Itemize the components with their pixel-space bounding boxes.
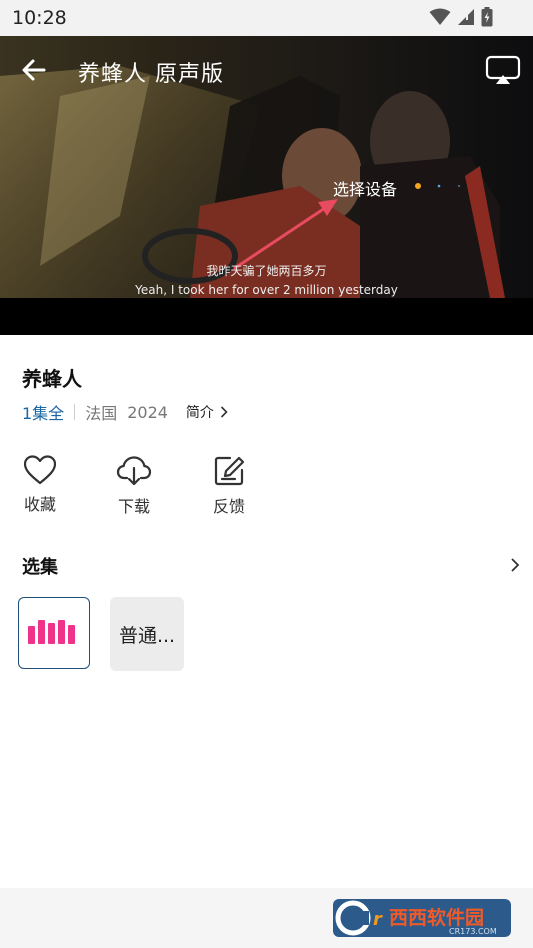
episode-card-playing[interactable] (18, 597, 90, 669)
svg-text:r: r (373, 909, 383, 930)
select-device-label[interactable]: 选择设备 (333, 176, 397, 200)
year-label: 2024 (127, 402, 168, 422)
status-icons (429, 7, 493, 27)
playing-bars-icon (28, 620, 75, 644)
video-top-bar: 养蜂人 原声版 (0, 36, 533, 102)
favorite-button[interactable]: 收藏 (15, 455, 65, 515)
back-arrow-icon[interactable] (18, 54, 50, 86)
download-button[interactable]: 下载 (109, 455, 159, 517)
episode-card-label: 普通... (118, 624, 176, 647)
chevron-right-icon (220, 406, 228, 418)
loading-dots-icon (415, 183, 460, 189)
feedback-button[interactable]: 反馈 (204, 455, 254, 517)
video-player[interactable]: 养蜂人 原声版 选择设备 我昨天骗了她两百多万 Yeah, I took her… (0, 36, 533, 335)
watermark-logo: r 西西软件园 CR173.COM (333, 899, 511, 937)
battery-icon (481, 7, 493, 27)
download-label: 下载 (117, 497, 150, 516)
wifi-icon (429, 8, 451, 25)
meta-row: 1集全 法国 2024 简介 (22, 400, 228, 424)
favorite-label: 收藏 (23, 495, 56, 514)
edit-icon (214, 456, 245, 486)
cast-icon[interactable] (485, 54, 521, 86)
chevron-right-icon[interactable] (507, 556, 523, 574)
show-title: 养蜂人 (22, 367, 82, 391)
watermark-text-sub: CR173.COM (449, 927, 497, 936)
intro-label: 简介 (185, 405, 214, 421)
heart-icon (23, 455, 57, 485)
region-label: 法国 (85, 404, 118, 423)
episode-card[interactable]: 普通... (110, 597, 184, 671)
video-title: 养蜂人 原声版 (78, 62, 224, 87)
episodes-header: 选集 (22, 557, 58, 578)
cloud-download-icon (116, 456, 152, 486)
status-bar: 10:28 (0, 0, 533, 36)
episode-count[interactable]: 1集全 (22, 400, 64, 424)
signal-icon (458, 9, 474, 25)
bottom-bar: r 西西软件园 CR173.COM (0, 888, 533, 948)
status-time: 10:28 (12, 7, 67, 29)
intro-link[interactable]: 简介 (186, 402, 228, 422)
subtitle-chinese: 我昨天骗了她两百多万 (206, 264, 327, 278)
meta-divider (74, 404, 76, 420)
subtitle-english: Yeah, I took her for over 2 million yest… (135, 283, 398, 297)
feedback-label: 反馈 (212, 497, 245, 516)
watermark-text-main: 西西软件园 (389, 906, 484, 929)
